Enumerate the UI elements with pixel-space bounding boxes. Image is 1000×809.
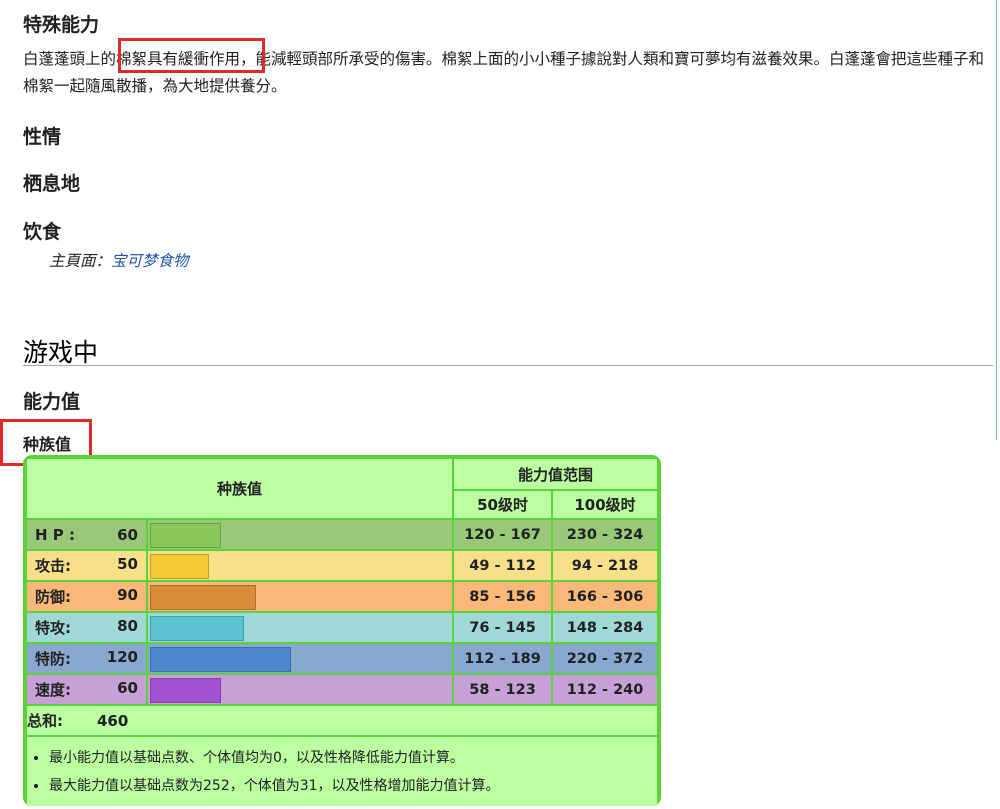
stat-range-lv50: 58 - 123 (452, 673, 553, 705)
total-value: 460 (97, 711, 129, 730)
stat-value: 120 (106, 648, 138, 666)
stat-name-value-cell: 特攻: 80 (27, 611, 147, 643)
note-max-stat: 最大能力值以基础点数为252，个体值为31，以及性格增加能力值计算。 (49, 772, 657, 800)
stat-range-lv100: 166 - 306 (551, 580, 658, 612)
stat-name-value-cell: H P : 60 (27, 518, 147, 550)
heading-divider (23, 365, 993, 366)
header-level-50: 50级时 (452, 489, 553, 519)
main-page-prefix: 主頁面： (49, 252, 112, 270)
stat-bar (150, 554, 209, 579)
pokemon-food-link[interactable]: 宝可梦食物 (111, 252, 189, 270)
stat-label: H P : (35, 525, 75, 544)
highlight-box-cushion-text (118, 38, 265, 73)
stat-range-lv100: 220 - 372 (551, 642, 658, 674)
heading-stats: 能力值 (23, 391, 81, 413)
stat-row: 防御: 90 85 - 156 166 - 306 (27, 580, 658, 612)
stat-name-value-cell: 防御: 90 (27, 580, 147, 612)
stat-row: H P : 60 120 - 167 230 - 324 (27, 518, 658, 550)
stat-bar-cell (145, 518, 454, 550)
paragraph-text-before: 白蓬蓬頭上的 (23, 50, 117, 68)
stat-range-lv50: 85 - 156 (452, 580, 553, 612)
total-row-fill: 460 (97, 704, 658, 736)
stat-bar (150, 585, 256, 610)
stat-range-lv100: 94 - 218 (551, 549, 658, 581)
stat-row: 速度: 60 58 - 123 112 - 240 (27, 673, 658, 705)
stat-range-lv50: 120 - 167 (452, 518, 553, 550)
stat-name-value-cell: 速度: 60 (27, 673, 147, 705)
stat-label: 防御: (35, 588, 71, 606)
stat-bar-cell (145, 549, 454, 581)
stat-range-lv50: 49 - 112 (452, 549, 553, 581)
stats-notes: 最小能力值以基础点数、个体值均为0，以及性格降低能力值计算。 最大能力值以基础点… (27, 735, 658, 806)
stat-label: 攻击: (35, 557, 71, 575)
stat-bar-cell (145, 611, 454, 643)
page-right-border (996, 0, 997, 440)
header-level-100: 100级时 (551, 489, 658, 519)
stat-label: 特防: (35, 650, 71, 668)
stat-value: 50 (117, 555, 138, 573)
base-stats-table: 种族值 能力值范围 50级时 100级时 H P : 60 120 - 167 230… (23, 455, 661, 806)
stat-bar-cell (145, 642, 454, 674)
stat-range-lv100: 230 - 324 (551, 518, 658, 550)
stat-value: 80 (117, 617, 138, 635)
stat-name-value-cell: 攻击: 50 (27, 549, 147, 581)
stat-bar-cell (145, 580, 454, 612)
stat-name-value-cell: 特防: 120 (27, 642, 147, 674)
stat-bar (150, 523, 221, 548)
stat-bar (150, 647, 291, 672)
stat-range-lv50: 112 - 189 (452, 642, 553, 674)
stat-range-lv100: 148 - 284 (551, 611, 658, 643)
stat-range-lv100: 112 - 240 (551, 673, 658, 705)
stat-bar (150, 616, 244, 641)
stat-label: 速度: (35, 681, 71, 699)
stat-row: 攻击: 50 49 - 112 94 - 218 (27, 549, 658, 581)
header-stat-range: 能力值范围 (452, 459, 658, 490)
stat-value: 60 (117, 679, 138, 697)
stat-value: 90 (117, 586, 138, 604)
heading-temperament: 性情 (23, 126, 62, 148)
stat-value: 60 (117, 525, 138, 544)
heading-habitat: 栖息地 (23, 173, 81, 195)
stat-label: 特攻: (35, 619, 71, 637)
note-min-stat: 最小能力值以基础点数、个体值均为0，以及性格降低能力值计算。 (49, 744, 657, 772)
header-base-stat: 种族值 (27, 459, 454, 519)
stat-row: 特防: 120 112 - 189 220 - 372 (27, 642, 658, 674)
heading-diet: 饮食 (23, 221, 62, 243)
heading-special-ability: 特殊能力 (23, 14, 100, 36)
stat-bar (150, 678, 221, 703)
heading-in-game: 游戏中 (23, 338, 99, 367)
diet-main-page-note: 主頁面：宝可梦食物 (49, 249, 189, 271)
stat-bar-cell (145, 673, 454, 705)
stat-range-lv50: 76 - 145 (452, 611, 553, 643)
stat-row: 特攻: 80 76 - 145 148 - 284 (27, 611, 658, 643)
